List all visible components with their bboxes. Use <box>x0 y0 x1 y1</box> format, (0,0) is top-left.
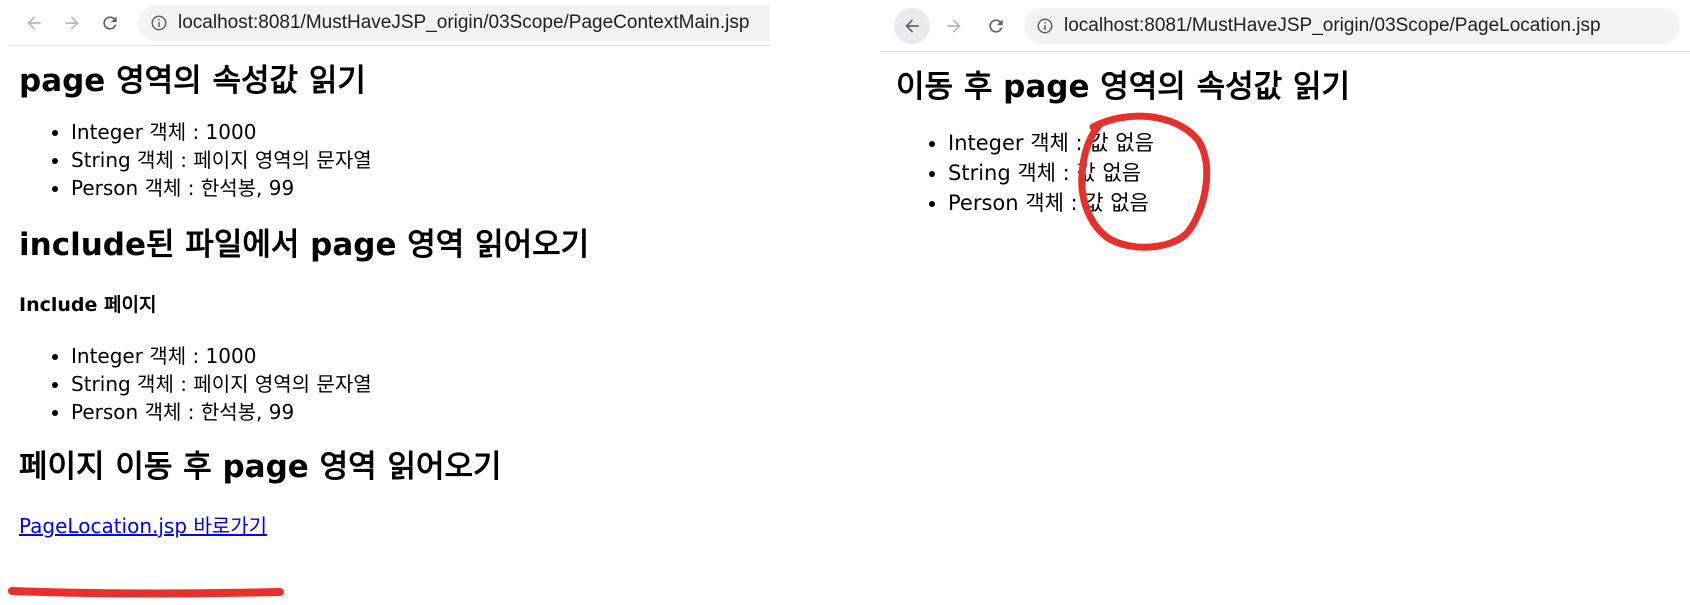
url-text: localhost:8081/MustHaveJSP_origin/03Scop… <box>1064 15 1601 36</box>
page-content: page 영역의 속성값 읽기 Integer 객체 : 1000 String… <box>19 56 770 539</box>
reload-button[interactable] <box>978 8 1014 44</box>
address-bar[interactable]: localhost:8081/MustHaveJSP_origin/03Scop… <box>138 5 770 41</box>
arrow-left-icon <box>27 16 41 30</box>
back-button[interactable] <box>894 8 930 44</box>
toolbar-divider <box>880 51 1690 52</box>
info-circle-icon <box>1037 18 1053 34</box>
list-item: Person 객체 : 한석봉, 99 <box>71 174 770 202</box>
list-item: String 객체 : 페이지 영역의 문자열 <box>71 146 770 174</box>
info-circle-icon <box>151 15 167 31</box>
page-content: 이동 후 page 영역의 속성값 읽기 Integer 객체 : 값 없음 S… <box>896 62 1690 218</box>
page-location-link[interactable]: PageLocation.jsp 바로가기 <box>19 514 267 538</box>
reload-icon <box>103 16 117 30</box>
reload-icon <box>989 19 1003 33</box>
moved-page-heading: 이동 후 page 영역의 속성값 읽기 <box>896 69 1351 105</box>
forward-button[interactable] <box>54 5 90 41</box>
toolbar-divider <box>8 45 770 46</box>
arrow-right-icon <box>65 16 79 30</box>
back-button[interactable] <box>16 5 52 41</box>
include-heading: include된 파일에서 page 영역 읽어오기 <box>19 227 590 263</box>
list-item: Integer 객체 : 값 없음 <box>948 128 1690 158</box>
left-browser-window: localhost:8081/MustHaveJSP_origin/03Scop… <box>0 0 770 605</box>
list-item: Person 객체 : 값 없음 <box>948 188 1690 218</box>
right-browser-window: localhost:8081/MustHaveJSP_origin/03Scop… <box>880 0 1690 605</box>
page-scope-heading: page 영역의 속성값 읽기 <box>19 63 366 99</box>
moved-attribute-list: Integer 객체 : 값 없음 String 객체 : 값 없음 Perso… <box>896 128 1690 218</box>
include-attribute-list: Integer 객체 : 1000 String 객체 : 페이지 영역의 문자… <box>19 342 770 426</box>
list-item: Integer 객체 : 1000 <box>71 118 770 146</box>
browser-toolbar: localhost:8081/MustHaveJSP_origin/03Scop… <box>0 0 770 46</box>
list-item: String 객체 : 페이지 영역의 문자열 <box>71 370 770 398</box>
include-page-title: Include 페이지 <box>19 294 157 316</box>
arrow-left-icon <box>905 19 919 33</box>
address-bar[interactable]: localhost:8081/MustHaveJSP_origin/03Scop… <box>1024 8 1680 44</box>
list-item: String 객체 : 값 없음 <box>948 158 1690 188</box>
list-item: Person 객체 : 한석봉, 99 <box>71 398 770 426</box>
arrow-right-icon <box>947 19 961 33</box>
list-item: Integer 객체 : 1000 <box>71 342 770 370</box>
reload-button[interactable] <box>92 5 128 41</box>
url-text: localhost:8081/MustHaveJSP_origin/03Scop… <box>178 12 750 33</box>
page-scope-attribute-list: Integer 객체 : 1000 String 객체 : 페이지 영역의 문자… <box>19 118 770 202</box>
forward-button[interactable] <box>936 8 972 44</box>
page-move-heading: 페이지 이동 후 page 영역 읽어오기 <box>19 449 502 485</box>
browser-toolbar: localhost:8081/MustHaveJSP_origin/03Scop… <box>880 0 1690 52</box>
